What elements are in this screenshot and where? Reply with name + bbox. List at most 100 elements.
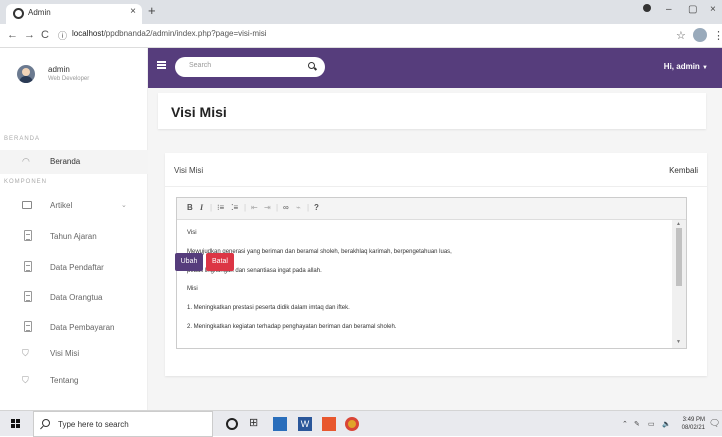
windows-start-icon[interactable] xyxy=(11,419,21,429)
sidebar-item-label: Tentang xyxy=(50,376,79,385)
word-icon[interactable]: W xyxy=(298,417,312,431)
profile-avatar-icon[interactable] xyxy=(693,28,707,42)
sidebar-item-label: Visi Misi xyxy=(50,349,80,358)
editor-toolbar: B I | ⁝≡ ⁚≡ | ⇤ ⇥ | ∞ ⌁ | ? xyxy=(177,198,686,220)
volume-icon[interactable]: 🔈 xyxy=(662,420,671,428)
forward-arrow-icon[interactable]: → xyxy=(24,29,35,41)
toolbar-separator: | xyxy=(210,203,213,212)
favicon-icon xyxy=(13,8,24,19)
caret-down-icon: ▼ xyxy=(702,65,708,71)
hamburger-menu-icon[interactable] xyxy=(157,61,166,69)
scrollbar-thumb[interactable] xyxy=(676,228,682,286)
task-view-icon[interactable]: ⊞ xyxy=(249,416,263,430)
sidebar-item-data-orangtua[interactable]: Data Orangtua xyxy=(0,286,148,310)
notification-icon[interactable]: 🗨 xyxy=(709,418,720,429)
editor-line: Visi xyxy=(187,230,197,236)
shield-icon: ⛉ xyxy=(22,348,29,358)
user-menu[interactable]: Hi, admin ▼ xyxy=(664,62,708,71)
page-title: Visi Misi xyxy=(171,104,227,120)
taskbar-search-box[interactable]: Type here to search xyxy=(33,411,213,437)
sidebar-item-visi-misi[interactable]: ⛉ Visi Misi xyxy=(0,342,148,366)
italic-button[interactable]: I xyxy=(200,203,203,212)
sidebar-item-data-pendaftar[interactable]: Data Pendaftar xyxy=(0,256,148,280)
shield-icon: ⛉ xyxy=(22,375,29,385)
scroll-down-icon[interactable]: ▼ xyxy=(676,339,681,345)
sidebar-item-label: Data Orangtua xyxy=(50,293,103,302)
taskbar-clock[interactable]: 3:49 PM 08/02/21 xyxy=(682,416,705,432)
save-button[interactable]: Ubah xyxy=(175,253,203,271)
numbered-list-icon[interactable]: ⁝≡ xyxy=(217,203,224,212)
document-icon xyxy=(24,291,32,302)
back-link[interactable]: Kembali xyxy=(669,166,698,175)
gauge-icon: ◠ xyxy=(22,156,30,166)
back-arrow-icon[interactable]: ← xyxy=(7,29,18,41)
url-host: localhost xyxy=(72,29,104,38)
tab-close-icon[interactable]: × xyxy=(130,6,136,17)
sidebar-item-data-pembayaran[interactable]: Data Pembayaran xyxy=(0,316,148,340)
chrome-icon[interactable] xyxy=(345,417,359,431)
windows-taskbar: Type here to search ⊞ W ⌃ ✎ ▭ 🔈 3:49 PM 0… xyxy=(0,410,722,437)
chevron-up-icon[interactable]: ⌃ xyxy=(622,420,628,428)
sidebar-item-tentang[interactable]: ⛉ Tentang xyxy=(0,369,148,393)
url-field[interactable]: localhost/ppdbnanda2/admin/index.php?pag… xyxy=(72,29,267,38)
editor-scrollbar[interactable]: ▲ ▼ xyxy=(672,220,686,348)
rich-text-editor[interactable]: B I | ⁝≡ ⁚≡ | ⇤ ⇥ | ∞ ⌁ | ? Visi Mewujud… xyxy=(176,197,687,349)
bold-button[interactable]: B xyxy=(187,203,193,212)
sidebar-item-label: Data Pendaftar xyxy=(50,263,104,272)
search-icon[interactable] xyxy=(308,62,315,69)
user-greeting: Hi, admin xyxy=(663,62,700,71)
profile-dot-icon[interactable] xyxy=(643,4,651,12)
bookmark-star-icon[interactable]: ☆ xyxy=(676,29,686,42)
search-icon xyxy=(42,419,50,427)
unlink-icon[interactable]: ⌁ xyxy=(296,203,301,212)
sidebar-item-tahun-ajaran[interactable]: Tahun Ajaran xyxy=(0,225,148,249)
new-tab-button[interactable]: + xyxy=(148,3,156,18)
clock-date: 08/02/21 xyxy=(681,425,705,431)
document-icon xyxy=(24,261,32,272)
battery-icon[interactable]: ▭ xyxy=(648,420,655,428)
menu-dots-icon[interactable]: ⋮ xyxy=(713,29,722,42)
sidebar-item-label: Artikel xyxy=(50,201,73,210)
info-icon[interactable]: ⓘ xyxy=(58,29,67,42)
file-explorer-icon[interactable] xyxy=(273,417,287,431)
content-card: Visi Misi Kembali B I | ⁝≡ ⁚≡ | ⇤ ⇥ | ∞ … xyxy=(165,153,707,376)
browser-tab-bar: Admin × + – ▢ × xyxy=(0,0,722,24)
card-title: Visi Misi xyxy=(174,166,204,175)
close-window-button[interactable]: × xyxy=(710,4,716,15)
section-label-komponen: KOMPONEN xyxy=(4,179,48,185)
taskbar-search-text: Type here to search xyxy=(58,420,129,429)
editor-content[interactable]: Visi Mewujudkan generasi yang beriman da… xyxy=(177,220,672,348)
indent-icon[interactable]: ⇥ xyxy=(264,203,271,212)
tab-title: Admin xyxy=(28,8,51,17)
window-icon xyxy=(22,201,32,209)
xampp-icon[interactable] xyxy=(322,417,336,431)
address-bar: ← → C ⓘ localhost/ppdbnanda2/admin/index… xyxy=(0,24,722,48)
sidebar-item-artikel[interactable]: Artikel ⌄ xyxy=(0,194,148,218)
search-placeholder: Search xyxy=(189,62,212,69)
chevron-down-icon: ⌄ xyxy=(121,202,127,209)
link-icon[interactable]: ∞ xyxy=(283,203,289,212)
bullet-list-icon[interactable]: ⁚≡ xyxy=(231,203,238,212)
sidebar-user-role: Web Developer xyxy=(48,76,90,82)
sidebar-item-beranda[interactable]: ◠ Beranda xyxy=(0,150,148,174)
outdent-icon[interactable]: ⇤ xyxy=(251,203,258,212)
url-path: /ppdbnanda2/admin/index.php?page=visi-mi… xyxy=(103,29,267,38)
scroll-up-icon[interactable]: ▲ xyxy=(676,221,681,227)
search-input[interactable]: Search xyxy=(175,57,325,77)
avatar xyxy=(17,65,35,83)
cortana-icon[interactable] xyxy=(226,418,238,430)
cancel-button[interactable]: Batal xyxy=(206,253,234,271)
document-icon xyxy=(24,230,32,241)
document-icon xyxy=(24,321,32,332)
maximize-button[interactable]: ▢ xyxy=(688,4,697,15)
help-icon[interactable]: ? xyxy=(314,203,319,212)
reload-icon[interactable]: C xyxy=(41,29,49,41)
browser-tab[interactable]: Admin × xyxy=(6,4,142,24)
main-content: Visi Misi Visi Misi Kembali B I | ⁝≡ ⁚≡ … xyxy=(148,88,722,410)
clock-time: 3:49 PM xyxy=(682,417,705,423)
top-navbar: Search Hi, admin ▼ xyxy=(148,48,722,88)
toolbar-separator: | xyxy=(276,203,279,212)
sidebar-item-label: Data Pembayaran xyxy=(50,323,115,332)
minimize-button[interactable]: – xyxy=(666,4,672,15)
pen-icon[interactable]: ✎ xyxy=(634,420,640,428)
